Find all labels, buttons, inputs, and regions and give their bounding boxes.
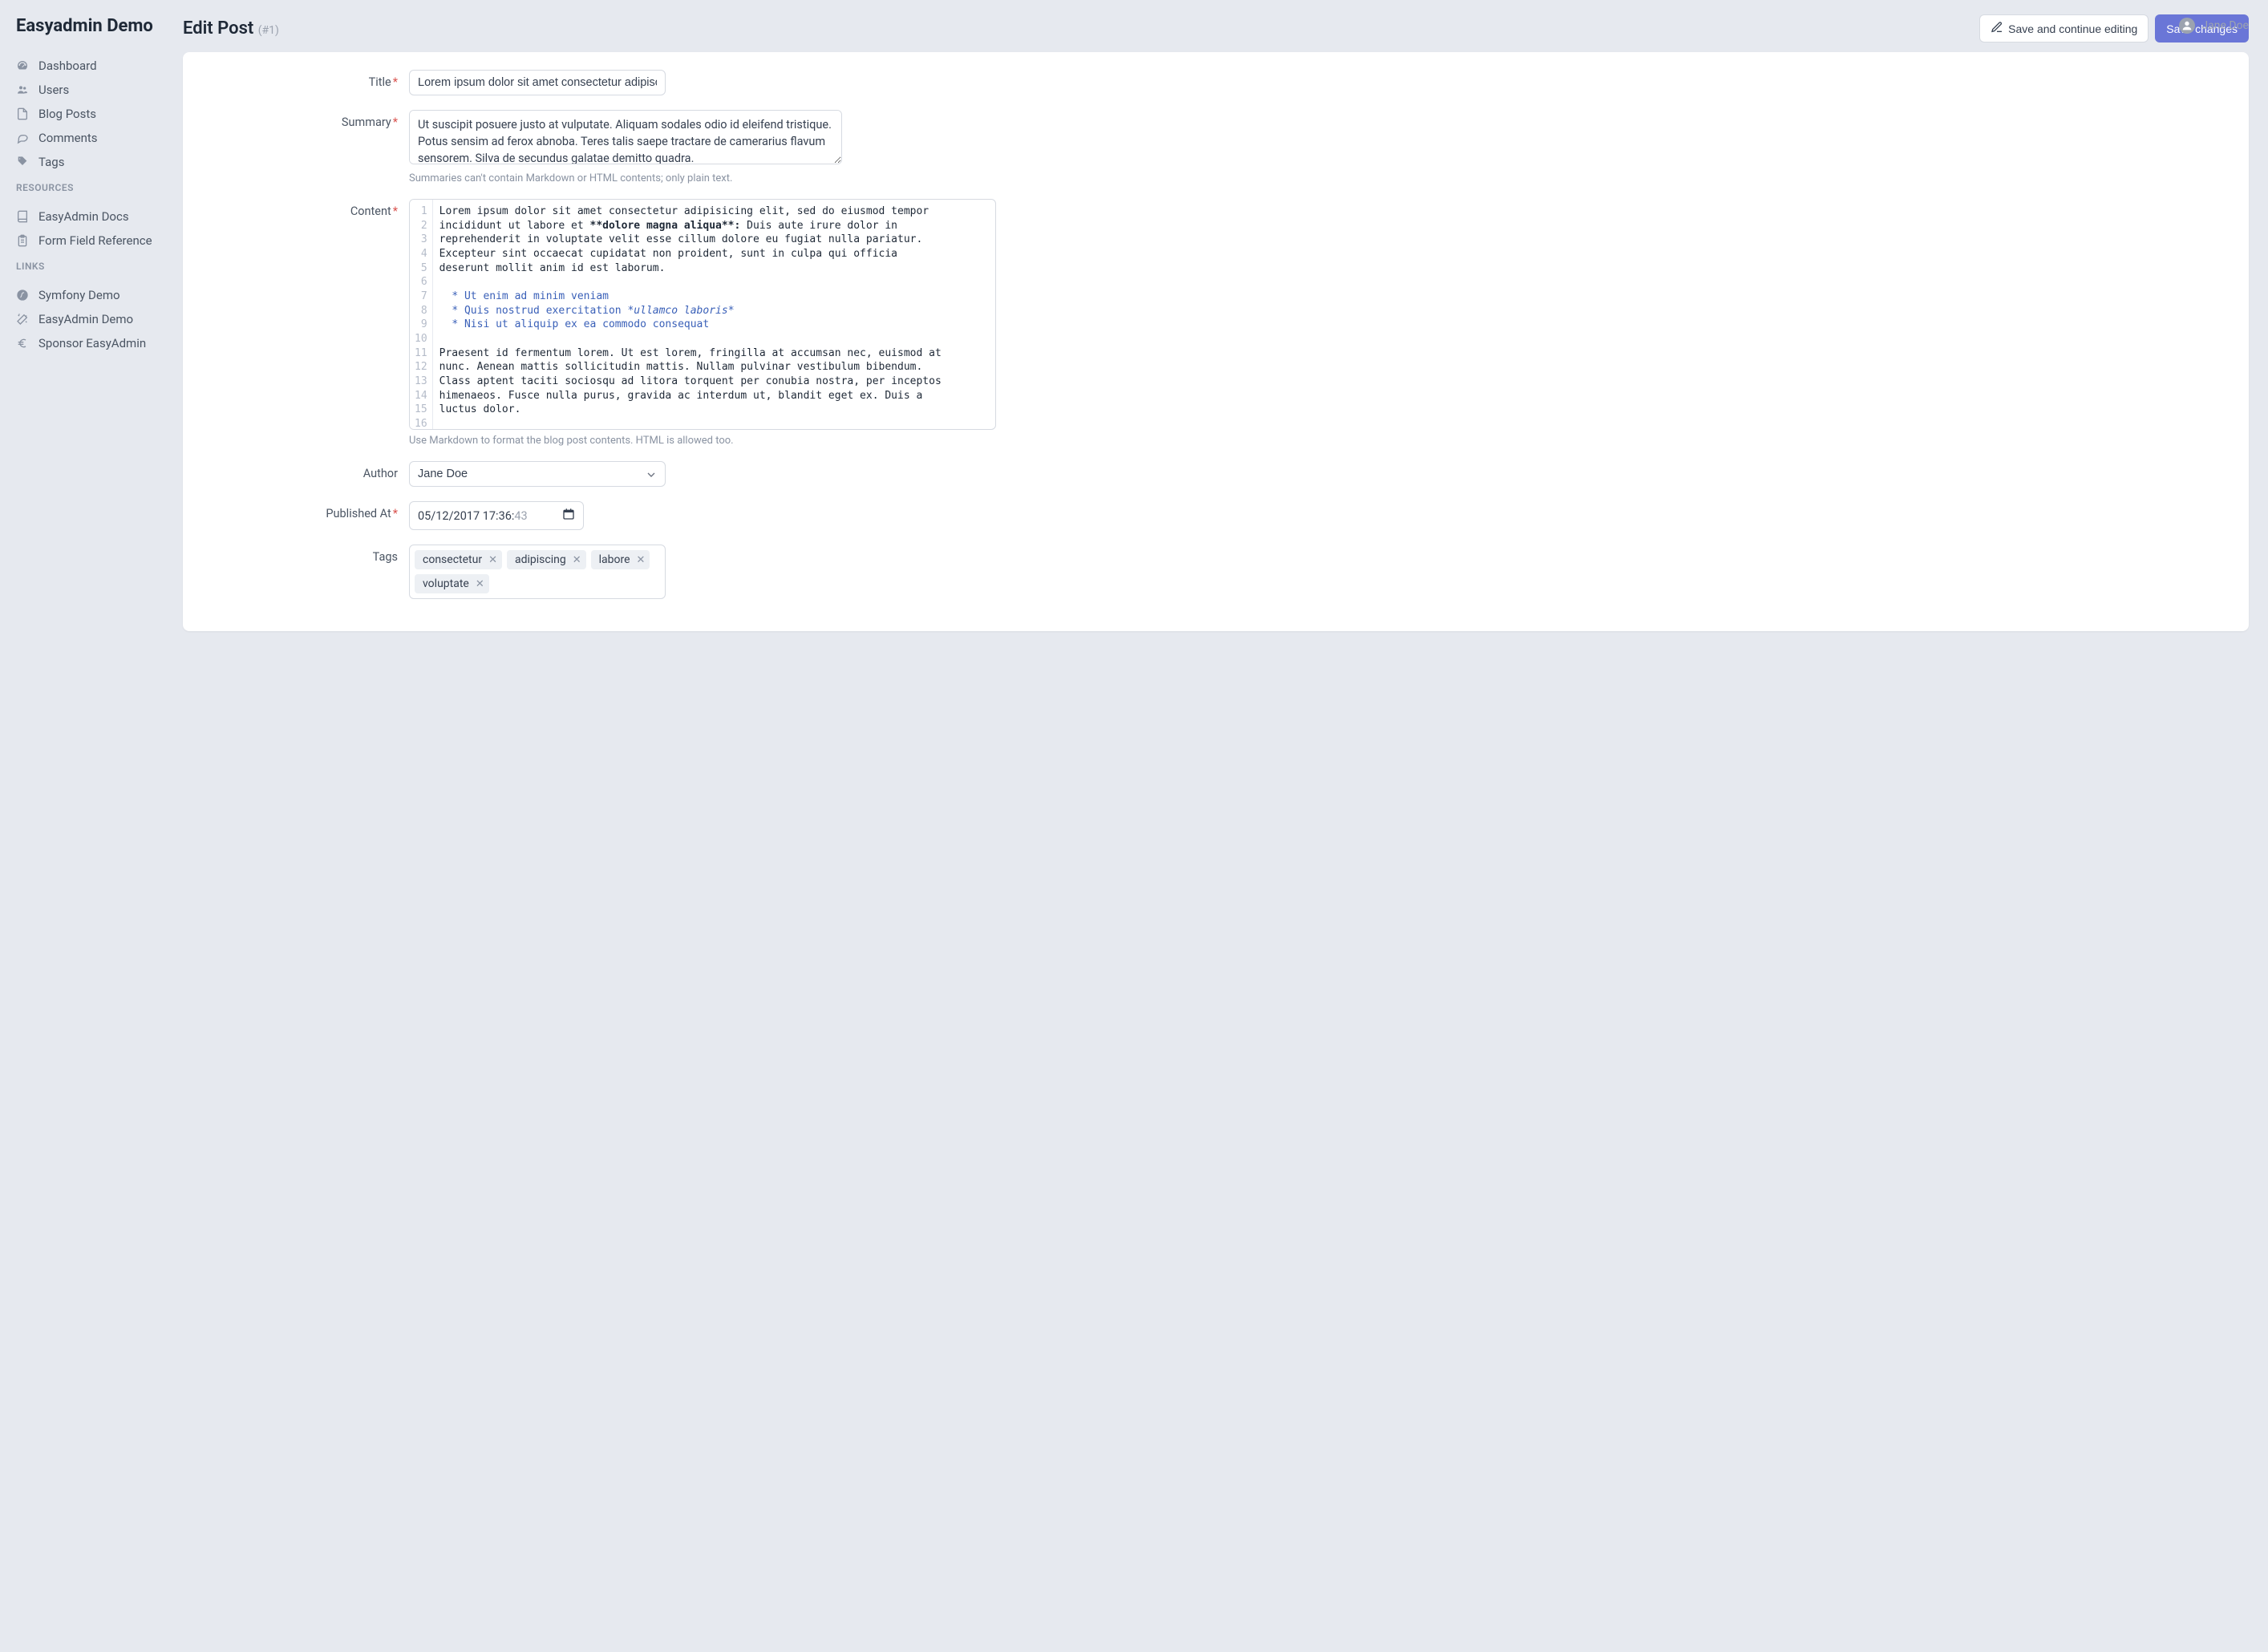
sidebar-item-tags[interactable]: Tags	[0, 150, 183, 174]
nav-label: Sponsor EasyAdmin	[38, 336, 146, 350]
nav-label: Symfony Demo	[38, 288, 120, 302]
nav-label: Comments	[38, 131, 98, 145]
label-tags: Tags	[202, 545, 409, 564]
file-icon	[16, 107, 30, 120]
form-card: Title* Summary* Ut suscipit posuere just…	[183, 52, 2249, 631]
book-icon	[16, 210, 30, 223]
sidebar-item-dashboard[interactable]: Dashboard	[0, 54, 183, 78]
tag-consectetur: consectetur✕	[415, 550, 502, 569]
sidebar-item-easyadmin-demo[interactable]: EasyAdmin Demo	[0, 307, 183, 331]
content-help: Use Markdown to format the blog post con…	[409, 435, 1002, 447]
published-at-input[interactable]: 05/12/2017 17:36:43	[409, 501, 584, 530]
label-title: Title*	[202, 70, 409, 89]
sidebar-item-blog-posts[interactable]: Blog Posts	[0, 102, 183, 126]
title-input[interactable]	[409, 70, 666, 95]
label-published-at: Published At*	[202, 501, 409, 520]
label-content: Content*	[202, 199, 409, 218]
label-summary: Summary*	[202, 110, 409, 129]
users-icon	[16, 83, 30, 96]
tags-icon	[16, 156, 30, 168]
tag-remove-icon[interactable]: ✕	[637, 554, 646, 566]
sidebar-item-comments[interactable]: Comments	[0, 126, 183, 150]
summary-textarea[interactable]: Ut suscipit posuere justo at vulputate. …	[409, 110, 842, 164]
sidebar-item-users[interactable]: Users	[0, 78, 183, 102]
edit-icon	[1991, 21, 2003, 36]
author-select[interactable]: Jane Doe	[409, 461, 666, 487]
tags-input[interactable]: consectetur✕ adipiscing✕ labore✕ voluptate✕	[409, 545, 666, 599]
euro-icon	[16, 337, 30, 350]
nav-label: Blog Posts	[38, 107, 96, 121]
tag-adipiscing: adipiscing✕	[507, 550, 586, 569]
page-title: Edit Post (#1)	[183, 18, 279, 38]
nav-label: EasyAdmin Demo	[38, 312, 133, 326]
nav-heading-resources: RESOURCES	[0, 174, 183, 198]
tag-remove-icon[interactable]: ✕	[573, 554, 581, 566]
content-editor[interactable]: 1234567891011121314151617 Lorem ipsum do…	[409, 199, 996, 430]
nav-heading-links: LINKS	[0, 253, 183, 277]
sidebar: Easyadmin Demo Dashboard Users Blog Posts C…	[0, 0, 183, 1652]
wand-icon	[16, 313, 30, 326]
user-name: Jane Doe	[2201, 19, 2249, 32]
sidebar-item-easyadmin-docs[interactable]: EasyAdmin Docs	[0, 204, 183, 229]
summary-help: Summaries can't contain Markdown or HTML…	[409, 172, 1002, 184]
symfony-icon	[16, 289, 30, 302]
nav-label: EasyAdmin Docs	[38, 209, 129, 224]
tag-remove-icon[interactable]: ✕	[476, 578, 484, 590]
comments-icon	[16, 132, 30, 144]
label-author: Author	[202, 461, 409, 480]
sidebar-item-sponsor-easyadmin[interactable]: Sponsor EasyAdmin	[0, 331, 183, 355]
gauge-icon	[16, 59, 30, 72]
tag-remove-icon[interactable]: ✕	[488, 554, 497, 566]
sidebar-item-form-field-reference[interactable]: Form Field Reference	[0, 229, 183, 253]
brand-title: Easyadmin Demo	[0, 16, 183, 47]
nav-label: Dashboard	[38, 59, 97, 73]
save-continue-button[interactable]: Save and continue editing	[1979, 14, 2149, 43]
clipboard-icon	[16, 234, 30, 247]
calendar-icon	[562, 508, 575, 524]
avatar-icon	[2179, 18, 2195, 34]
tag-voluptate: voluptate✕	[415, 574, 489, 593]
nav-label: Tags	[38, 155, 64, 169]
nav-label: Form Field Reference	[38, 233, 152, 248]
user-menu[interactable]: Jane Doe	[2179, 18, 2249, 34]
tag-labore: labore✕	[591, 550, 650, 569]
nav-label: Users	[38, 83, 69, 97]
sidebar-item-symfony-demo[interactable]: Symfony Demo	[0, 283, 183, 307]
